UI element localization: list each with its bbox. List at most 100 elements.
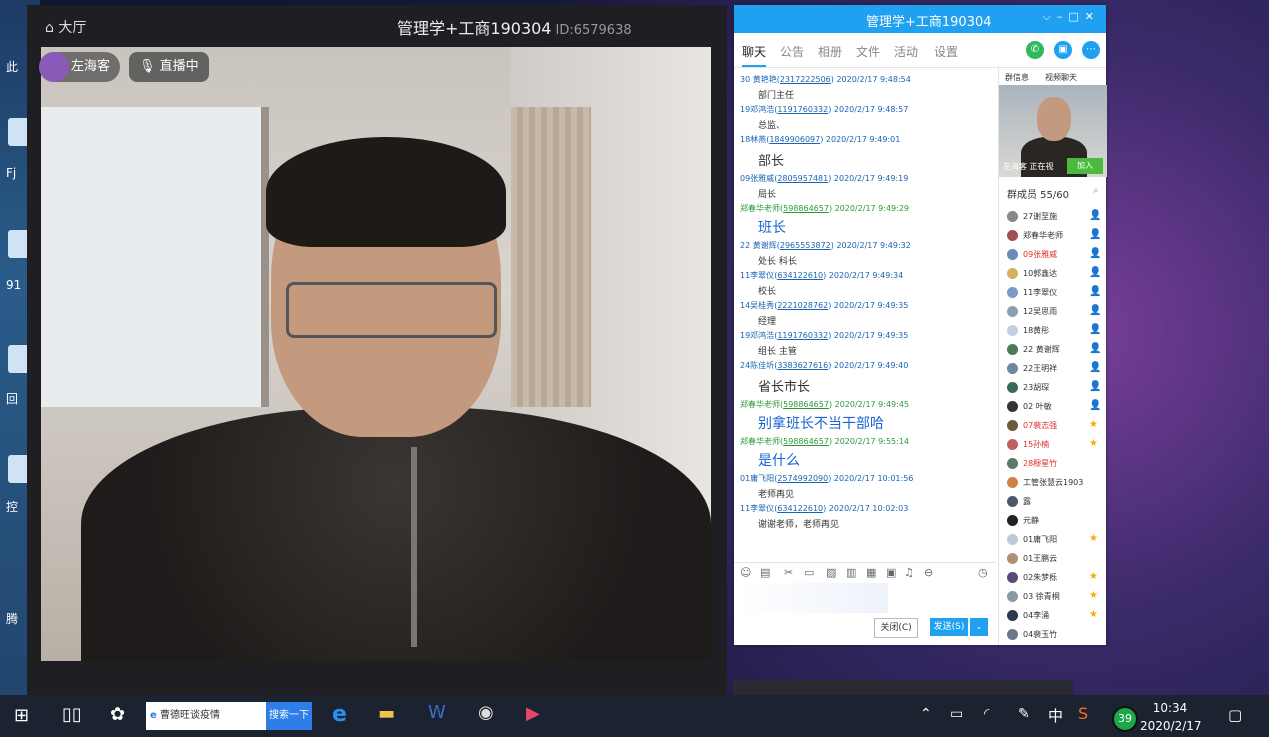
message-sender[interactable]: 01庸飞阳: [740, 474, 774, 483]
tab-settings[interactable]: 设置: [934, 43, 958, 60]
list-item[interactable]: 09张雅威 👤: [1007, 247, 1103, 266]
system-clock[interactable]: 10:34 2020/2/17: [1140, 699, 1202, 735]
list-item[interactable]: 22王明祥 👤: [1007, 361, 1103, 380]
bell-icon[interactable]: ♫: [904, 566, 914, 579]
message-sender[interactable]: 30 黄艳艳: [740, 75, 777, 84]
window-controls[interactable]: ⌵–□✕: [1043, 10, 1100, 24]
list-item[interactable]: 10郭鑫达 👤: [1007, 266, 1103, 285]
list-item[interactable]: 11李翠仪 👤: [1007, 285, 1103, 304]
input-area-screenshots[interactable]: [738, 583, 888, 613]
list-item[interactable]: 元静: [1007, 513, 1103, 532]
video-app-icon[interactable]: ▶: [526, 703, 540, 724]
list-item[interactable]: 工管张慧云1903: [1007, 475, 1103, 494]
folder-icon[interactable]: ▭: [804, 566, 814, 579]
host-tag[interactable]: 左海客: [39, 52, 121, 82]
list-item[interactable]: 12吴思雨 👤: [1007, 304, 1103, 323]
list-item[interactable]: 01庸飞阳 ★: [1007, 532, 1103, 551]
hall-link[interactable]: ⌂ 大厅: [45, 17, 86, 37]
list-item[interactable]: 18黄彤 👤: [1007, 323, 1103, 342]
message-qq-number[interactable]: 2574992090: [777, 474, 828, 483]
windows-start-icon[interactable]: ⊞: [14, 705, 29, 726]
list-item[interactable]: 02 叶敏 👤: [1007, 399, 1103, 418]
list-item[interactable]: 露: [1007, 494, 1103, 513]
tab-chat[interactable]: 聊天: [742, 43, 767, 67]
message-qq-number[interactable]: 2317222506: [780, 75, 831, 84]
list-item[interactable]: 22 黄谢辉 👤: [1007, 342, 1103, 361]
message-qq-number[interactable]: 2221028762: [777, 301, 828, 310]
more-icon[interactable]: ⋯: [1082, 41, 1100, 59]
message-qq-number[interactable]: 1191760332: [777, 331, 828, 340]
print-icon[interactable]: ▥: [846, 566, 856, 579]
gif-icon[interactable]: ▤: [760, 566, 770, 579]
pen-icon[interactable]: ✎: [1018, 706, 1030, 722]
send-options-chevron-icon[interactable]: ⌄: [970, 618, 988, 636]
message-qq-number[interactable]: 598864657: [783, 437, 829, 446]
message-qq-number[interactable]: 2965553872: [780, 241, 831, 250]
browser-search-input[interactable]: e 曹德旺谈疫情: [146, 702, 266, 730]
message-sender[interactable]: 郑春华老师: [740, 437, 780, 446]
join-button[interactable]: 加入: [1067, 158, 1103, 174]
list-item[interactable]: 04裴玉竹: [1007, 627, 1103, 646]
list-item[interactable]: 02朱梦栎 ★: [1007, 570, 1103, 589]
phone-icon[interactable]: ✆: [1026, 41, 1044, 59]
message-sender[interactable]: 14吴桂秀: [740, 301, 774, 310]
list-item[interactable]: 27谢至施 👤: [1007, 209, 1103, 228]
emoji-icon[interactable]: ☺: [740, 566, 751, 579]
list-item[interactable]: 15孙楠 ★: [1007, 437, 1103, 456]
tab-activity[interactable]: 活动: [894, 43, 918, 60]
message-sender[interactable]: 18林燕: [740, 135, 766, 144]
close-button[interactable]: 关闭(C): [874, 618, 918, 638]
sogou-icon[interactable]: S: [1078, 704, 1088, 723]
video-preview[interactable]: 左海客 正在视 加入: [999, 85, 1107, 177]
doc-icon[interactable]: ▣: [886, 566, 896, 579]
tab-group-info[interactable]: 群信息: [1005, 72, 1029, 83]
tray-chevron-icon[interactable]: ⌃: [920, 706, 932, 722]
message-qq-number[interactable]: 598864657: [783, 400, 829, 409]
history-icon[interactable]: ◷: [978, 566, 988, 579]
app-fan-icon[interactable]: ✿: [110, 704, 125, 725]
folder-icon[interactable]: ▬: [378, 703, 395, 724]
message-sender[interactable]: 09张雅威: [740, 174, 774, 183]
image-icon[interactable]: ▨: [826, 566, 836, 579]
message-sender[interactable]: 24陈佳圻: [740, 361, 774, 370]
list-item[interactable]: 07裴志强 ★: [1007, 418, 1103, 437]
message-sender[interactable]: 19邓鸿浩: [740, 105, 774, 114]
message-qq-number[interactable]: 2805957481: [777, 174, 828, 183]
message-qq-number[interactable]: 1849906097: [769, 135, 820, 144]
message-sender[interactable]: 郑春华老师: [740, 400, 780, 409]
list-item[interactable]: 郑春华老师 👤: [1007, 228, 1103, 247]
message-qq-number[interactable]: 634122610: [777, 504, 823, 513]
tab-files[interactable]: 文件: [856, 43, 880, 60]
gift-icon[interactable]: ▦: [866, 566, 876, 579]
message-sender[interactable]: 22 黄谢辉: [740, 241, 777, 250]
message-sender[interactable]: 11李翠仪: [740, 271, 774, 280]
edge-icon[interactable]: e: [332, 702, 347, 727]
message-sender[interactable]: 11李翠仪: [740, 504, 774, 513]
message-qq-number[interactable]: 598864657: [783, 204, 829, 213]
list-item[interactable]: 01王鹏云: [1007, 551, 1103, 570]
tab-album[interactable]: 相册: [818, 43, 842, 60]
status-badge[interactable]: 39: [1112, 706, 1138, 732]
search-button[interactable]: 搜索一下: [266, 702, 312, 730]
battery-icon[interactable]: ▭: [950, 706, 963, 722]
message-qq-number[interactable]: 634122610: [777, 271, 823, 280]
list-item[interactable]: 04李涌 ★: [1007, 608, 1103, 627]
notification-icon[interactable]: ▢: [1228, 706, 1242, 724]
tab-notice[interactable]: 公告: [780, 43, 804, 60]
list-item[interactable]: 28穆星竹: [1007, 456, 1103, 475]
task-view-icon[interactable]: ▯▯: [62, 704, 82, 725]
message-sender[interactable]: 19邓鸿浩: [740, 331, 774, 340]
minus-circle-icon[interactable]: ⊖: [924, 566, 933, 579]
tab-video-chat[interactable]: 视频聊天: [1045, 72, 1077, 83]
word-icon[interactable]: W: [428, 702, 446, 723]
ime-indicator[interactable]: 中: [1048, 705, 1063, 726]
video-chat-icon[interactable]: ▣: [1054, 41, 1072, 59]
send-button[interactable]: 发送(S): [930, 618, 968, 636]
message-qq-number[interactable]: 1191760332: [777, 105, 828, 114]
scissors-icon[interactable]: ✂: [784, 566, 793, 579]
message-qq-number[interactable]: 3383627616: [777, 361, 828, 370]
list-item[interactable]: 23胡琛 👤: [1007, 380, 1103, 399]
wifi-icon[interactable]: ◜: [984, 706, 989, 722]
list-item[interactable]: 03 徐青桐 ★: [1007, 589, 1103, 608]
live-app-icon[interactable]: ◉: [478, 702, 494, 723]
